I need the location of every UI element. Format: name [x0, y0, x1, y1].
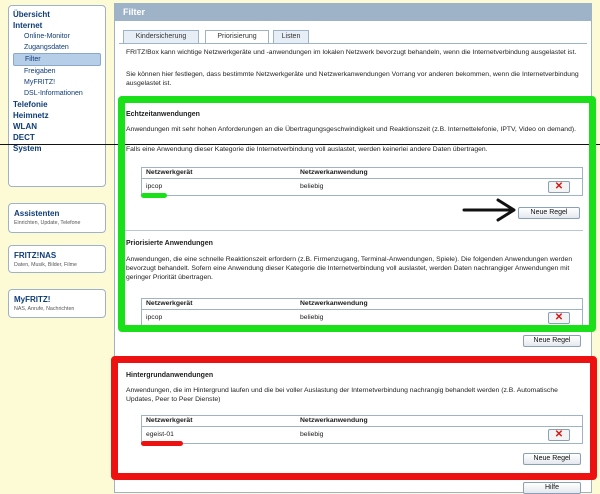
nav-online-monitor[interactable]: Online-Monitor	[13, 31, 101, 42]
nav-heimnetz[interactable]: Heimnetz	[13, 110, 101, 121]
nav-myfritz[interactable]: MyFRITZ!	[13, 77, 101, 88]
card-subtitle: NAS, Anrufe, Nachrichten	[14, 306, 75, 312]
help-button[interactable]: Hilfe	[523, 482, 581, 494]
card-title: FRITZ!NAS	[14, 251, 57, 260]
intro-text-2: Sie können hier festlegen, dass bestimmt…	[126, 71, 579, 87]
sidebar-nav: Übersicht Internet Online-Monitor Zugang…	[8, 5, 106, 187]
annotation-green-underline	[141, 193, 167, 198]
nav-internet[interactable]: Internet	[13, 20, 101, 31]
nav-zugangsdaten[interactable]: Zugangsdaten	[13, 42, 101, 53]
tab-divider	[119, 43, 587, 44]
tab-listen[interactable]: Listen	[273, 30, 309, 43]
nav-dect[interactable]: DECT	[13, 132, 101, 143]
intro-text-1: FRITZ!Box kann wichtige Netzwerkgeräte u…	[126, 49, 577, 56]
card-title: MyFRITZ!	[14, 295, 51, 304]
card-assistenten[interactable]: Assistenten Einrichten, Update, Telefone	[8, 203, 106, 233]
card-myfritz[interactable]: MyFRITZ! NAS, Anrufe, Nachrichten	[8, 289, 106, 318]
annotation-red-underline	[141, 441, 183, 446]
annotation-red-box	[111, 356, 597, 480]
nav-dsl-informationen[interactable]: DSL-Informationen	[13, 88, 101, 99]
card-subtitle: Einrichten, Update, Telefone	[14, 220, 81, 226]
panel-title: Filter	[115, 4, 591, 21]
annotation-arrow-icon	[462, 198, 516, 222]
nav-telefonie[interactable]: Telefonie	[13, 99, 101, 110]
tab-priorisierung[interactable]: Priorisierung	[205, 30, 269, 44]
nav-wlan[interactable]: WLAN	[13, 121, 101, 132]
card-fritznas[interactable]: FRITZ!NAS Daten, Musik, Bilder, Filme	[8, 245, 106, 273]
nav-filter[interactable]: Filter	[13, 53, 101, 66]
new-rule-button-priorisiert[interactable]: Neue Regel	[523, 335, 581, 347]
nav-uebersicht[interactable]: Übersicht	[13, 9, 101, 20]
card-subtitle: Daten, Musik, Bilder, Filme	[14, 262, 77, 268]
annotation-green-box	[118, 96, 596, 332]
card-title: Assistenten	[14, 209, 60, 218]
tab-kindersicherung[interactable]: Kindersicherung	[123, 30, 199, 43]
nav-freigaben[interactable]: Freigaben	[13, 66, 101, 77]
